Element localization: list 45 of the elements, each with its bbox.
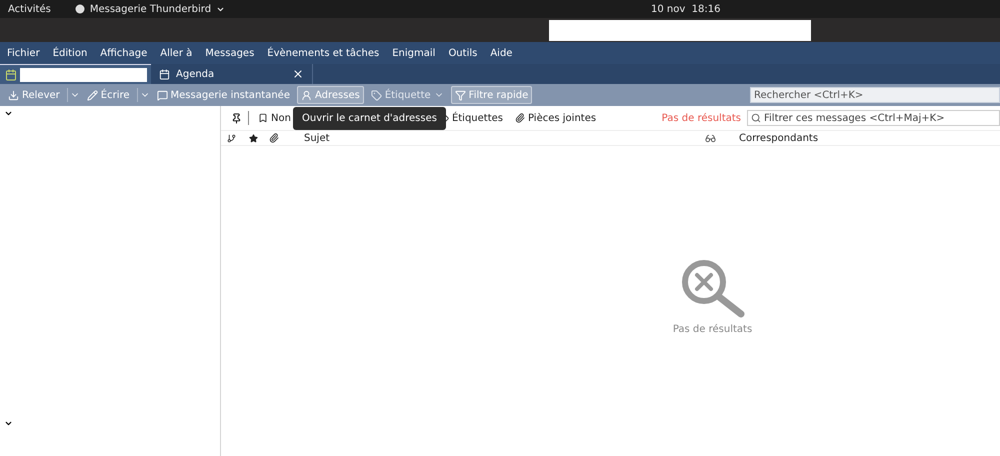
pencil-icon — [86, 90, 98, 100]
filter-icon — [454, 90, 466, 100]
search-icon — [751, 113, 761, 123]
tag-icon — [370, 90, 382, 100]
dropdown-caret[interactable] — [66, 88, 80, 102]
tooltip: Ouvrir le carnet d'adresses — [293, 107, 446, 130]
paperclip-icon[interactable] — [269, 133, 279, 143]
menu-item[interactable]: Messages — [205, 48, 254, 58]
thread-icon[interactable] — [227, 134, 236, 142]
folder-icon — [5, 68, 17, 80]
dropdown-caret[interactable] — [136, 88, 150, 102]
paperclip-icon — [515, 113, 525, 123]
tab-title-field[interactable] — [20, 68, 147, 82]
app-menu[interactable]: Messagerie Thunderbird — [74, 4, 226, 14]
menu-item[interactable]: Aide — [490, 48, 512, 58]
chat-icon — [156, 90, 168, 100]
empty-message: Pas de résultats — [672, 324, 752, 334]
menu-item[interactable]: Fichier — [7, 48, 40, 58]
pin-icon[interactable] — [231, 112, 242, 124]
filter-field[interactable]: Filtrer ces messages <Ctrl+Maj+K> — [747, 110, 1000, 126]
filter-button[interactable]: Pièces jointes — [512, 112, 600, 124]
glasses-icon[interactable] — [705, 132, 716, 144]
person-icon — [300, 90, 312, 100]
column-header[interactable]: Sujet — [304, 132, 330, 144]
calendar-icon — [159, 68, 170, 80]
search-field[interactable]: Rechercher <Ctrl+K> — [750, 87, 1000, 103]
menu-item[interactable]: Édition — [52, 48, 88, 58]
menu-item[interactable]: Aller à — [160, 48, 192, 58]
mail-tab[interactable] — [0, 64, 151, 84]
activities-button[interactable]: Activités — [8, 4, 51, 14]
menu-item[interactable]: Outils — [448, 48, 478, 58]
menu-item[interactable]: Évènements et tâches — [267, 48, 380, 58]
filter-button[interactable]: Non — [255, 112, 294, 124]
close-icon[interactable] — [292, 68, 304, 80]
star-icon[interactable] — [249, 134, 258, 142]
menu-item[interactable]: Affichage — [100, 48, 148, 58]
blank-field[interactable] — [549, 20, 811, 40]
download-icon — [8, 90, 19, 100]
bookmark-icon — [258, 113, 268, 123]
chevron-icon[interactable] — [4, 419, 13, 428]
clock[interactable]: 10 nov 18:16 — [651, 4, 720, 14]
menu-item[interactable]: Enigmail — [392, 48, 436, 58]
column-header[interactable]: Correspondants — [739, 132, 818, 144]
chevron-icon[interactable] — [4, 109, 13, 118]
status-text: Pas de résultats — [662, 112, 741, 124]
